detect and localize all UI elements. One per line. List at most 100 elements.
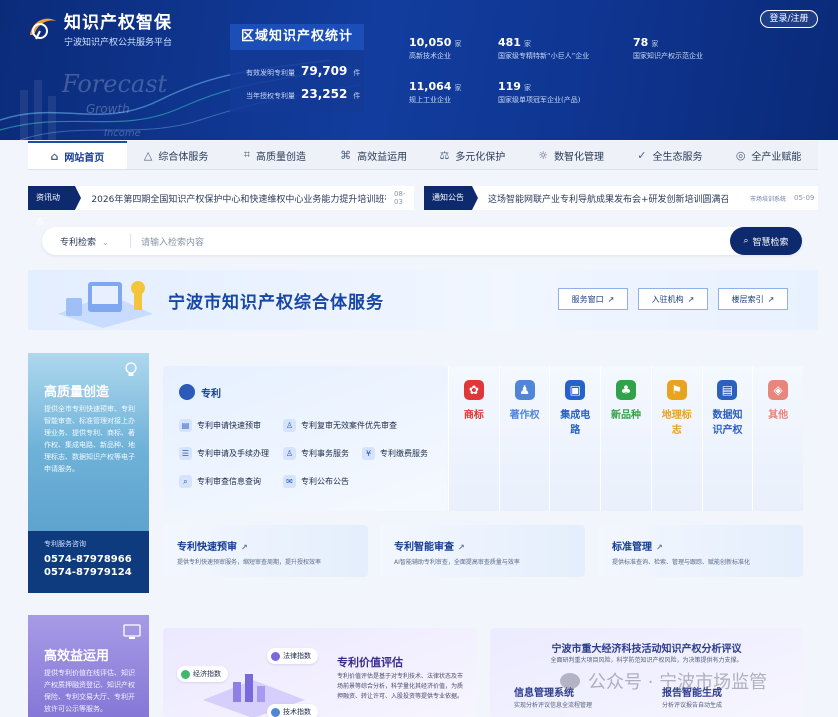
nav-item-label: 网站首页: [64, 152, 105, 164]
card-fast-review[interactable]: 专利快速预审 ↗ 提供专利快速预审服务，缩短审查周期，提升授权效率: [163, 525, 368, 577]
news-ticker[interactable]: 资讯动态 2026年第四期全国知识产权保护中心和快速维权中心业务能力提升培训班在…: [28, 186, 414, 226]
nav-item-label: 全产业赋能: [751, 151, 802, 163]
category-label: 其他: [768, 410, 789, 421]
nav-item-label: 综合体服务: [158, 151, 209, 163]
banner-title: 宁波市知识产权综合体服务: [168, 293, 384, 313]
nav-item-protection[interactable]: ⚖ 多元化保护: [423, 141, 522, 169]
news-tag: 资讯动态: [28, 186, 82, 226]
user-icon: ♙: [283, 418, 296, 432]
service-window-button[interactable]: 服务窗口 ↗: [558, 288, 628, 310]
grid-icon: ⌗: [243, 148, 250, 161]
bulb-icon: [125, 362, 137, 376]
patent-service-item[interactable]: ☰ 专利申请及手续办理: [179, 444, 281, 462]
stat-label: 有效发明专利量: [246, 69, 295, 77]
stat-item-unit: 家: [651, 40, 659, 48]
notice-source: 市场培训系统: [750, 195, 787, 203]
logo-title: 知识产权智保: [64, 13, 172, 33]
stat-item-value: 481: [498, 36, 521, 49]
valuation-title: 专利价值评估: [337, 656, 403, 669]
nav-item-ecosystem[interactable]: ✓ 全生态服务: [621, 141, 720, 169]
stat-item-value: 10,050: [409, 36, 452, 49]
external-link-icon: ↗: [687, 294, 695, 304]
contact-label: 专利服务咨询: [44, 540, 86, 548]
copyright-icon: ♟: [514, 380, 535, 400]
stat-item-label: 国家级单项冠军企业(产品): [498, 96, 581, 104]
nav-item-benefit[interactable]: ⌘ 高效益运用: [324, 141, 423, 169]
site-logo[interactable]: 知识产权智保 宁波知识产权公共服务平台: [26, 8, 172, 48]
tag-label: 经济指数: [193, 670, 221, 678]
category-data-ip[interactable]: ▤ 数据知识产权: [701, 366, 753, 511]
stat-item: 11,064 家 规上工业企业: [409, 80, 461, 105]
category-label: 数据知识产权: [712, 410, 743, 436]
category-plant-variety[interactable]: ♣ 新品种: [600, 366, 651, 511]
category-geo-indication[interactable]: ⚑ 地理标志: [650, 366, 702, 511]
patent-service-item[interactable]: ♙ 专利复审无效案件优先审查: [283, 416, 433, 434]
news-text[interactable]: 2026年第四期全国知识产权保护中心和快速维权中心业务能力提升培训班在宁波...: [91, 192, 386, 205]
search-input[interactable]: 请输入检索内容: [141, 235, 730, 248]
nav-item-industry[interactable]: ◎ 全产业赋能: [719, 141, 818, 169]
main-nav: ⌂ 网站首页 △ 综合体服务 ⌗ 高质量创造 ⌘ 高效益运用 ⚖ 多元化保护 ☼ 数智化管理…: [28, 141, 818, 170]
quality-desc: 提供全市专利快速预审、专利智能审查、标准管理对接上办理业务、提供专利、商标、著作…: [44, 405, 135, 473]
category-ic[interactable]: ▣ 集成电路: [549, 366, 601, 511]
benefit-desc: 提供专利价值在线评估、知识产权质押融资登记、知识产权保险、专利交易大厅、专利开放…: [44, 669, 135, 713]
search-icon: ⌕: [743, 236, 749, 246]
nav-item-quality[interactable]: ⌗ 高质量创造: [226, 141, 325, 169]
patent-service-item[interactable]: ♙ 专利事务服务 ¥ 专利缴费服务: [283, 444, 433, 462]
search-category-value: 专利检索: [60, 237, 97, 248]
card-standard-management[interactable]: 标准管理 ↗ 提供标准查询、检索、管理与跟踪、赋能创新标准化: [598, 525, 803, 577]
nav-item-management[interactable]: ☼ 数智化管理: [522, 141, 621, 169]
institutions-button[interactable]: 入驻机构 ↗: [638, 288, 708, 310]
patent-service-label[interactable]: 专利缴费服务: [380, 448, 428, 459]
nav-item-complex-service[interactable]: △ 综合体服务: [127, 141, 226, 169]
category-trademark[interactable]: ✿ 商标: [448, 366, 499, 511]
nav-item-label: 数智化管理: [554, 151, 605, 163]
analysis-title: 宁波市重大经济科技活动知识产权分析评议: [551, 644, 742, 655]
logo-mark-icon: [30, 18, 56, 40]
patent-title: 专利: [201, 388, 221, 400]
patent-service-item[interactable]: ✉ 专利公布公告: [283, 472, 433, 490]
card-desc: 提供专利快速预审服务，缩短审查周期，提升授权效率: [177, 559, 322, 566]
analysis-desc: 全面研判重大项目风险，科学防范知识产权风险，为决策提供有力支撑。: [550, 657, 743, 664]
bg-growth-text: Growth: [86, 102, 130, 116]
trademark-icon: ✿: [463, 380, 484, 400]
list-icon: ☰: [179, 446, 192, 460]
category-copyright[interactable]: ♟ 著作权: [498, 366, 550, 511]
quality-section-side: 高质量创造 提供全市专利快速预审、专利智能审查、标准管理对接上办理业务、提供专利…: [28, 353, 149, 593]
card-smart-review[interactable]: 专利智能审查 ↗ AI智能辅助专利审查，全面提高审查质量与效率: [380, 525, 585, 577]
search-button[interactable]: ⌕ 智慧检索: [730, 227, 802, 255]
logo-subtitle: 宁波知识产权公共服务平台: [64, 38, 173, 48]
stats-box: [230, 50, 364, 112]
login-button[interactable]: 登录/注册: [760, 10, 818, 28]
category-label: 集成电路: [560, 410, 591, 436]
bulb-icon: ☼: [538, 148, 549, 162]
external-link-icon: ↗: [767, 294, 775, 304]
patent-service-item[interactable]: ▤ 专利申请快速预审: [179, 416, 281, 434]
notice-ticker[interactable]: 通知公告 这场智能网联产业专利导航成果发布会+研发创新培训圆满召开！ 市场培训系…: [424, 186, 818, 210]
floor-index-button[interactable]: 楼层索引 ↗: [718, 288, 788, 310]
stat-item: 10,050 家 高新技术企业: [409, 36, 461, 61]
stat-item-label: 规上工业企业: [409, 96, 451, 104]
valuation-desc: 专利价值评估是基于对专利技术、法律状态及市场前景等综合分析，科学量化其经济价值，…: [337, 673, 464, 700]
stat-item-unit: 家: [523, 84, 531, 92]
stat-item-unit: 家: [523, 40, 531, 48]
nav-item-home[interactable]: ⌂ 网站首页: [28, 141, 127, 169]
bg-income-text: Income: [104, 128, 141, 139]
search-doc-icon: ⌕: [179, 474, 192, 488]
nav-item-label: 高效益运用: [357, 151, 408, 163]
search-bar: 专利检索 ⌄ 请输入检索内容 ⌕ 智慧检索: [42, 227, 802, 255]
tech-index-tag: 技术指数: [267, 704, 318, 717]
category-other[interactable]: ◈ 其他: [752, 366, 804, 511]
scale-icon: ⚖: [439, 148, 450, 162]
chevron-down-icon: ⌄: [102, 237, 109, 247]
legal-index-tag: 法律指数: [267, 648, 318, 664]
patent-service-label: 专利申请及手续办理: [197, 448, 269, 458]
patent-header: 专利: [179, 384, 221, 400]
search-category-select[interactable]: 专利检索 ⌄: [60, 235, 120, 248]
patent-service-item[interactable]: ⌕ 专利审查信息查询: [179, 472, 281, 490]
valuation-panel[interactable]: 经济指数 法律指数 技术指数 专利价值评估 专利价值评估是基于对专利技术、法律状…: [163, 628, 477, 717]
report-gen-desc: 分析评议报告自动生成: [662, 702, 723, 709]
dot-icon: [181, 669, 190, 679]
notice-text[interactable]: 这场智能网联产业专利导航成果发布会+研发创新培训圆满召开！: [488, 192, 728, 205]
stat-value: 23,252: [301, 87, 348, 101]
target-icon: ◎: [735, 148, 746, 162]
